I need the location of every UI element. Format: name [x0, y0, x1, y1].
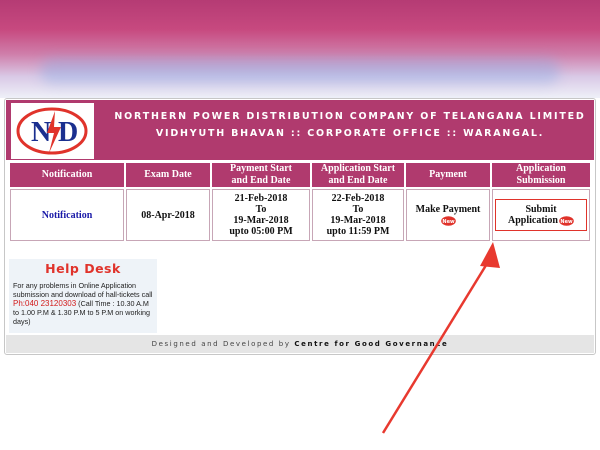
red-pointer-arrow-icon [381, 242, 500, 434]
